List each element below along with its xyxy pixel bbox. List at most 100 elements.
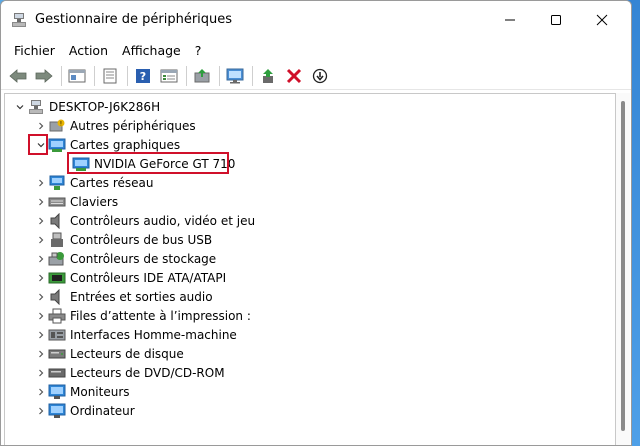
title-bar: Gestionnaire de périphériques: [1, 1, 631, 39]
tree-item-label: Contrôleurs audio, vidéo et jeu: [70, 213, 256, 228]
scan-hardware-icon: [226, 68, 244, 83]
tree-item-controleurs-audio[interactable]: Contrôleurs audio, vidéo et jeu: [34, 211, 255, 230]
close-icon: [596, 14, 608, 26]
computer-icon: [27, 99, 45, 115]
chevron-right-icon[interactable]: [34, 385, 48, 399]
computer-icon: [48, 403, 66, 419]
tree-item-files-impression[interactable]: Files d’attente à l’impression :: [34, 306, 251, 325]
toolbar-separator: [186, 65, 187, 86]
close-button[interactable]: [579, 1, 625, 39]
tree-item-controleurs-usb[interactable]: Contrôleurs de bus USB: [34, 230, 212, 249]
back-button[interactable]: [7, 65, 29, 87]
minimize-button[interactable]: [487, 1, 533, 39]
tree-item-label: Cartes réseau: [70, 175, 154, 190]
tree-item-label: Lecteurs de disque: [70, 346, 184, 361]
highlight-device-box: [67, 152, 229, 174]
uninstall-device-button[interactable]: [283, 65, 305, 87]
properties-icon: [103, 68, 117, 83]
console-tree-icon: [68, 69, 86, 82]
tree-root-label: DESKTOP-J6K286H: [49, 99, 161, 114]
chevron-right-icon[interactable]: [34, 309, 48, 323]
view-list-icon: [160, 69, 178, 82]
enable-device-button[interactable]: [257, 65, 279, 87]
enable-device-icon: [263, 68, 273, 83]
tree-item-label: Claviers: [70, 194, 119, 209]
menu-bar: Fichier Action Affichage ?: [1, 39, 631, 61]
tree-root[interactable]: DESKTOP-J6K286H: [13, 97, 160, 116]
chevron-right-icon[interactable]: [34, 290, 48, 304]
vertical-scrollbar[interactable]: [616, 93, 630, 445]
tree-item-controleurs-stockage[interactable]: Contrôleurs de stockage: [34, 249, 216, 268]
toolbar-separator: [219, 65, 220, 86]
window-title: Gestionnaire de périphériques: [35, 12, 233, 27]
forward-button[interactable]: [33, 65, 55, 87]
display-adapter-icon: [48, 137, 66, 153]
menu-help[interactable]: ?: [188, 43, 209, 58]
unknown-device-icon: !: [48, 118, 66, 134]
arrow-left-icon: [9, 68, 27, 83]
toolbar: ?: [1, 62, 631, 90]
dvd-icon: [48, 365, 66, 381]
tree-item-moniteurs[interactable]: Moniteurs: [34, 382, 130, 401]
tree-item-label: Contrôleurs de bus USB: [70, 232, 213, 247]
chevron-right-icon[interactable]: [34, 195, 48, 209]
toolbar-separator: [127, 65, 128, 86]
tree-item-interfaces-homme-machine[interactable]: Interfaces Homme-machine: [34, 325, 237, 344]
svg-text:?: ?: [140, 70, 146, 83]
properties-button[interactable]: [99, 65, 121, 87]
minimize-icon: [505, 19, 515, 21]
printer-icon: [48, 308, 66, 324]
tree-item-ordinateur[interactable]: Ordinateur: [34, 401, 135, 420]
speaker-icon: [48, 212, 66, 229]
menu-fichier[interactable]: Fichier: [7, 43, 62, 58]
chevron-down-icon[interactable]: [13, 100, 27, 114]
speaker-icon: [48, 288, 66, 305]
menu-action[interactable]: Action: [62, 43, 115, 58]
tree-item-lecteurs-disque[interactable]: Lecteurs de disque: [34, 344, 184, 363]
tree-item-label: Ordinateur: [70, 403, 135, 418]
help-icon: ?: [136, 68, 150, 83]
storage-icon: [48, 251, 66, 267]
red-x-icon: [286, 68, 302, 83]
show-hide-console-tree-button[interactable]: [66, 65, 88, 87]
chevron-right-icon[interactable]: [34, 214, 48, 228]
chevron-right-icon[interactable]: [34, 176, 48, 190]
device-tree: DESKTOP-J6K286H ! Autres périphériques C…: [4, 93, 616, 445]
toolbar-separator: [94, 65, 95, 86]
chevron-right-icon[interactable]: [34, 252, 48, 266]
highlight-chevron-box: [28, 134, 48, 155]
view-button[interactable]: [158, 65, 180, 87]
scan-hardware-button[interactable]: [224, 65, 246, 87]
update-driver-button[interactable]: [191, 65, 213, 87]
tree-item-label: Contrôleurs de stockage: [70, 251, 217, 266]
tree-item-cartes-reseau[interactable]: Cartes réseau: [34, 173, 153, 192]
toolbar-separator: [61, 65, 62, 86]
chevron-right-icon[interactable]: [34, 366, 48, 380]
disk-icon: [48, 346, 66, 362]
disable-device-button[interactable]: [309, 65, 331, 87]
arrow-right-icon: [35, 68, 53, 83]
tree-item-autres-peripheriques[interactable]: ! Autres périphériques: [34, 116, 196, 135]
toolbar-separator: [252, 65, 253, 86]
tree-item-lecteurs-dvd[interactable]: Lecteurs de DVD/CD-ROM: [34, 363, 225, 382]
scrollbar-thumb[interactable]: [621, 101, 625, 431]
chevron-right-icon[interactable]: [34, 233, 48, 247]
chevron-right-icon[interactable]: [34, 404, 48, 418]
chevron-right-icon[interactable]: [34, 271, 48, 285]
chevron-right-icon[interactable]: [34, 328, 48, 342]
tree-item-label: Lecteurs de DVD/CD-ROM: [70, 365, 225, 380]
tree-item-label: Files d’attente à l’impression :: [70, 308, 251, 323]
chevron-right-icon[interactable]: [34, 347, 48, 361]
tree-item-claviers[interactable]: Claviers: [34, 192, 118, 211]
ide-icon: [48, 270, 66, 286]
hid-icon: [48, 327, 66, 343]
maximize-button[interactable]: [533, 1, 579, 39]
keyboard-icon: [48, 194, 66, 210]
tree-item-controleurs-ide[interactable]: Contrôleurs IDE ATA/ATAPI: [34, 268, 226, 287]
device-manager-icon: [12, 13, 26, 27]
tree-item-entrees-sorties-audio[interactable]: Entrées et sorties audio: [34, 287, 213, 306]
menu-affichage[interactable]: Affichage: [115, 43, 188, 58]
help-button[interactable]: ?: [132, 65, 154, 87]
chevron-right-icon[interactable]: [34, 119, 48, 133]
tree-item-label: Entrées et sorties audio: [70, 289, 213, 304]
